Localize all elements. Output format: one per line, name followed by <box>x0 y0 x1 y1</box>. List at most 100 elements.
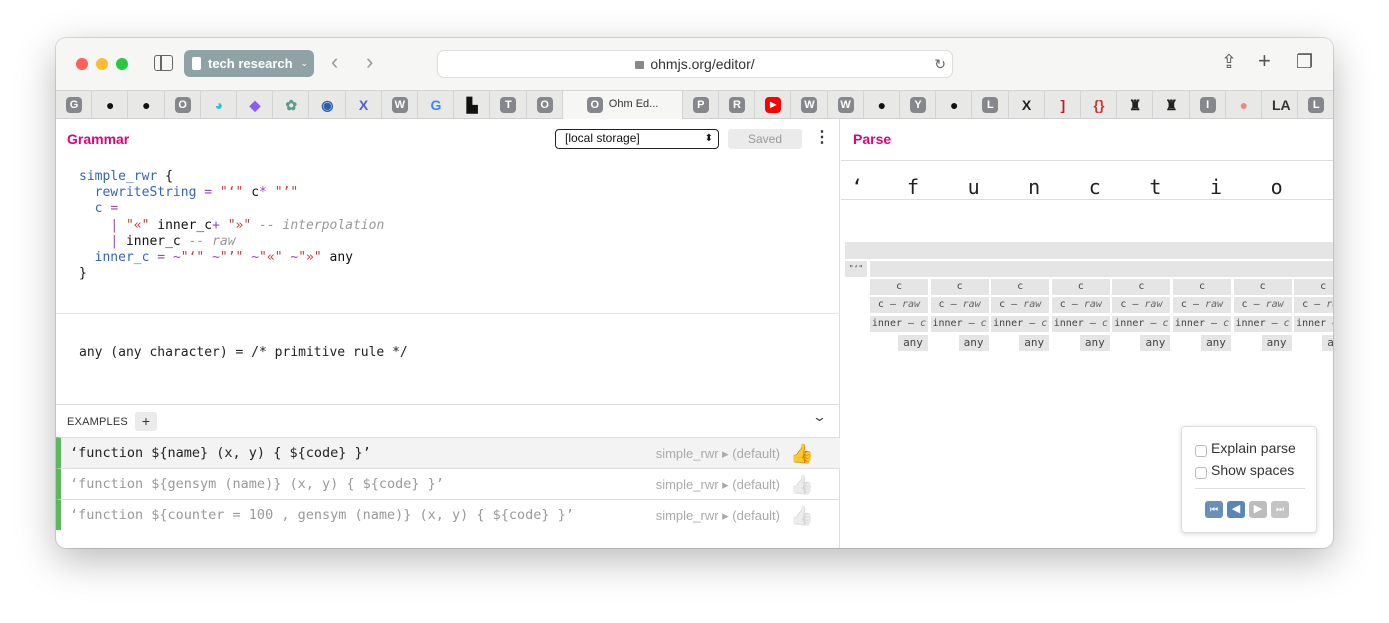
any-node[interactable]: any <box>898 335 928 351</box>
grammar-editor[interactable]: simple_rwr { rewriteString = "‘" c* "’" … <box>79 169 384 282</box>
explain-parse-label[interactable]: Explain parse <box>1211 440 1296 456</box>
example-item[interactable]: ‘function ${gensym (name)} (x, y) { ${co… <box>56 468 840 499</box>
forward-icon[interactable]: › <box>366 50 373 74</box>
any-node[interactable]: any <box>1019 335 1050 351</box>
c-star-node[interactable] <box>870 261 1333 277</box>
any-node[interactable]: any <box>958 335 989 351</box>
any-node[interactable]: any <box>1201 335 1231 351</box>
inner-c-node[interactable]: inner — c <box>1173 316 1231 332</box>
browser-tab[interactable]: ◕ <box>201 91 237 119</box>
tab-group-button[interactable]: tech research ⌄ <box>184 50 314 77</box>
c-raw-node[interactable]: c — raw <box>930 297 989 313</box>
browser-tab[interactable]: I <box>1190 91 1226 119</box>
example-start-rule[interactable]: simple_rwr ▸ (default) <box>656 477 780 493</box>
browser-tab[interactable]: Y <box>900 91 937 119</box>
browser-tab[interactable]: X <box>346 91 382 119</box>
inner-c-node[interactable]: inner — c <box>1233 316 1292 332</box>
c-node[interactable]: c <box>1294 279 1333 295</box>
browser-tab[interactable]: W <box>382 91 418 119</box>
more-options-icon[interactable]: ⋮ <box>814 127 830 147</box>
back-icon[interactable]: ‹ <box>331 50 338 74</box>
any-node[interactable]: any <box>1140 335 1171 351</box>
address-bar[interactable]: ohmjs.org/editor/ ↻ <box>437 50 953 78</box>
thumbs-up-icon[interactable]: 👍 <box>790 473 814 497</box>
any-node[interactable]: any <box>1322 335 1333 351</box>
reload-icon[interactable]: ↻ <box>934 51 946 77</box>
inner-c-node[interactable]: inner — c <box>1112 316 1171 332</box>
browser-tab[interactable]: {} <box>1081 91 1118 119</box>
thumbs-up-icon[interactable]: 👍 <box>790 442 814 466</box>
browser-tab[interactable]: ● <box>864 91 900 119</box>
browser-tab[interactable]: O <box>527 91 563 119</box>
browser-tab[interactable]: ● <box>1226 91 1262 119</box>
inner-c-node[interactable]: inner — c <box>1294 316 1333 332</box>
browser-tab[interactable]: ▶ <box>755 91 792 119</box>
example-start-rule[interactable]: simple_rwr ▸ (default) <box>656 446 780 462</box>
c-node[interactable]: c <box>1112 279 1171 295</box>
close-button[interactable] <box>76 58 88 70</box>
browser-tab[interactable]: T <box>490 91 527 119</box>
browser-tab[interactable]: L <box>972 91 1009 119</box>
c-raw-node[interactable]: c — raw <box>870 297 928 313</box>
browser-tab[interactable]: ● <box>92 91 129 119</box>
thumbs-up-icon[interactable]: 👍 <box>790 504 814 528</box>
saved-button[interactable]: Saved <box>728 129 802 149</box>
browser-tab[interactable]: G <box>56 91 93 119</box>
storage-select[interactable]: [local storage] <box>555 129 719 149</box>
example-item[interactable]: ‘function ${counter = 100 , gensym (name… <box>56 499 840 530</box>
any-node[interactable]: any <box>1079 335 1110 351</box>
browser-tab[interactable]: ● <box>936 91 973 119</box>
browser-tab[interactable]: ▙ <box>454 91 491 119</box>
browser-tab[interactable]: ● <box>128 91 165 119</box>
share-icon[interactable]: ⇪ <box>1221 51 1237 74</box>
browser-tab[interactable]: L <box>1298 91 1333 119</box>
open-quote-node[interactable]: "‘" <box>845 261 867 277</box>
example-item[interactable]: ‘function ${name} (x, y) { ${code} }’ sim… <box>56 437 840 468</box>
browser-tab[interactable]: O Ohm Ed... <box>562 91 683 119</box>
browser-tab[interactable]: LA <box>1262 91 1299 119</box>
tab-overview-icon[interactable]: ❐ <box>1296 51 1313 74</box>
browser-tab[interactable]: ◆ <box>237 91 274 119</box>
c-node[interactable]: c <box>870 279 928 295</box>
zoom-button[interactable] <box>116 58 128 70</box>
browser-tab[interactable]: R <box>719 91 756 119</box>
browser-tab[interactable]: G <box>418 91 455 119</box>
c-raw-node[interactable]: c — raw <box>991 297 1050 313</box>
inner-c-node[interactable]: inner — c <box>1051 316 1110 332</box>
inner-c-node[interactable]: inner — c <box>991 316 1050 332</box>
c-raw-node[interactable]: c — raw <box>1173 297 1231 313</box>
any-node[interactable]: any <box>1261 335 1292 351</box>
browser-tab[interactable]: ] <box>1045 91 1081 119</box>
c-raw-node[interactable]: c — raw <box>1294 297 1333 313</box>
add-example-button[interactable]: + <box>135 412 157 431</box>
inner-c-node[interactable]: inner — c <box>930 316 989 332</box>
browser-tab[interactable]: X <box>1009 91 1045 119</box>
c-node[interactable]: c <box>930 279 989 295</box>
collapse-chevron-icon[interactable]: ⌄ <box>812 409 827 425</box>
browser-tab[interactable]: O <box>165 91 201 119</box>
browser-tab[interactable]: W <box>828 91 864 119</box>
browser-tab[interactable]: W <box>791 91 828 119</box>
show-spaces-label[interactable]: Show spaces <box>1211 462 1294 478</box>
show-spaces-checkbox[interactable] <box>1195 467 1207 479</box>
step-back-icon[interactable]: ◀ <box>1227 501 1245 518</box>
inner-c-node[interactable]: inner — c <box>870 316 928 332</box>
c-node[interactable]: c <box>1051 279 1110 295</box>
c-node[interactable]: c <box>1173 279 1231 295</box>
rewrite-string-node[interactable] <box>845 242 1333 259</box>
c-raw-node[interactable]: c — raw <box>1233 297 1292 313</box>
browser-tab[interactable]: P <box>683 91 719 119</box>
step-last-icon[interactable]: ⏭ <box>1271 501 1289 518</box>
c-node[interactable]: c <box>1233 279 1292 295</box>
browser-tab[interactable]: ♜ <box>1153 91 1190 119</box>
new-tab-icon[interactable]: + <box>1258 48 1271 74</box>
sidebar-toggle-icon[interactable] <box>154 55 173 71</box>
c-raw-node[interactable]: c — raw <box>1051 297 1110 313</box>
example-start-rule[interactable]: simple_rwr ▸ (default) <box>656 508 780 524</box>
browser-tab[interactable]: ♜ <box>1117 91 1154 119</box>
c-node[interactable]: c <box>991 279 1050 295</box>
step-first-icon[interactable]: ⏮ <box>1205 501 1223 518</box>
explain-parse-checkbox[interactable] <box>1195 445 1207 457</box>
step-forward-icon[interactable]: ▶ <box>1249 501 1267 518</box>
browser-tab[interactable]: ◉ <box>309 91 346 119</box>
